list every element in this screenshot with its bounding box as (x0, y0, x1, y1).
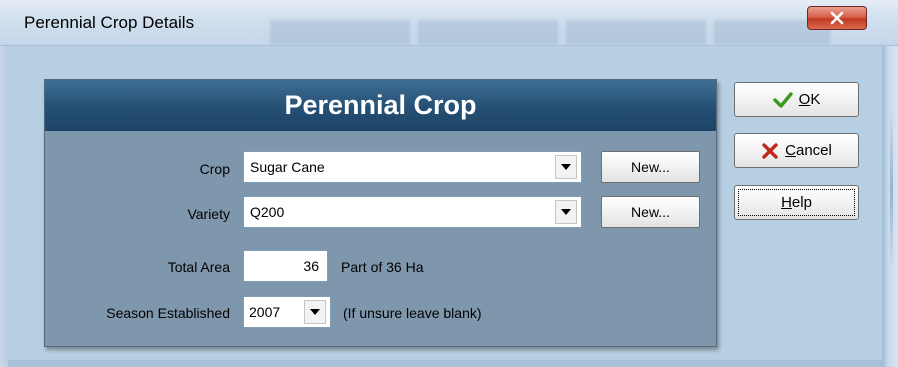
title-bar[interactable]: Perennial Crop Details (0, 0, 898, 46)
new-variety-button[interactable]: New... (601, 196, 700, 228)
chevron-down-icon[interactable] (555, 200, 577, 224)
window-edge-highlight (890, 110, 893, 270)
panel-heading: Perennial Crop (45, 80, 716, 131)
total-area-label: Total Area (167, 259, 230, 275)
season-established-note: (If unsure leave blank) (343, 305, 482, 321)
perennial-crop-details-window: Perennial Crop Details Perennial Crop Cr… (0, 0, 898, 367)
season-established-value: 2007 (249, 304, 281, 320)
x-icon (761, 142, 779, 159)
chevron-down-icon[interactable] (555, 155, 577, 179)
checkmark-icon (772, 91, 793, 108)
variety-select-value: Q200 (250, 204, 285, 220)
crop-label: Crop (199, 161, 230, 177)
new-crop-button[interactable]: New... (601, 151, 700, 183)
focus-rectangle (738, 189, 855, 216)
window-bottom-border (8, 360, 882, 367)
season-established-select[interactable]: 2007 (243, 296, 331, 328)
ok-button-label: OK (798, 91, 821, 108)
cancel-button-label: Cancel (785, 142, 832, 159)
variety-label: Variety (187, 206, 230, 222)
ok-button[interactable]: OK (734, 82, 859, 117)
close-button[interactable] (807, 6, 867, 30)
cancel-button[interactable]: Cancel (734, 133, 859, 168)
chevron-down-icon[interactable] (304, 300, 326, 324)
crop-select[interactable]: Sugar Cane (243, 151, 582, 183)
window-title: Perennial Crop Details (24, 13, 195, 32)
crop-select-value: Sugar Cane (250, 159, 325, 175)
help-button[interactable]: Help (734, 185, 859, 220)
season-established-label: Season Established (106, 305, 230, 321)
window-left-border (0, 46, 8, 367)
background-tabs-blur (270, 20, 830, 44)
variety-select[interactable]: Q200 (243, 196, 582, 228)
total-area-input[interactable]: 36 (243, 250, 328, 282)
close-icon (829, 11, 845, 25)
total-area-note: Part of 36 Ha (341, 259, 424, 275)
